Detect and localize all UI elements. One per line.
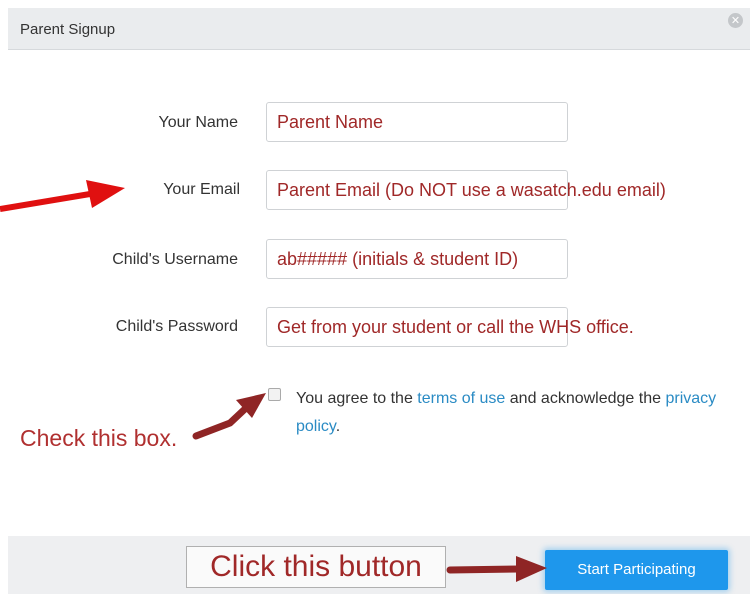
arrow-to-button-icon (446, 556, 547, 582)
arrow-to-email-icon (0, 180, 125, 212)
arrow-to-checkbox-icon (192, 393, 266, 440)
annotation-arrows (0, 180, 547, 582)
